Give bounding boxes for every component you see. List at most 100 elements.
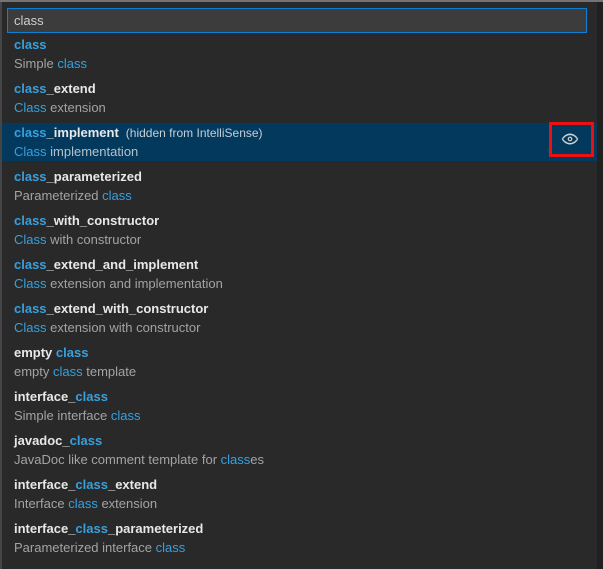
text-segment: _parameterized xyxy=(46,169,142,184)
text-segment: interface_ xyxy=(14,389,76,404)
list-item[interactable]: empty class empty class template xyxy=(2,343,597,381)
text-segment: empty xyxy=(14,345,56,360)
item-description: Parameterized interface class xyxy=(14,538,593,557)
item-description: JavaDoc like comment template for classe… xyxy=(14,450,593,469)
item-label-line: javadoc_class xyxy=(14,431,593,450)
match-segment: class xyxy=(14,37,47,52)
match-segment: class xyxy=(57,56,87,71)
item-label: javadoc_class xyxy=(14,433,102,448)
text-segment: _extend_and_implement xyxy=(46,257,199,272)
item-label-line: class_extend_with_constructor xyxy=(14,299,593,318)
text-segment: _with_constructor xyxy=(46,213,160,228)
match-segment: class xyxy=(55,345,89,360)
match-segment: class xyxy=(69,433,103,448)
search-box-container xyxy=(2,2,597,33)
list-item[interactable]: class_extend_and_implement Class extensi… xyxy=(2,255,597,293)
item-label: empty class xyxy=(14,345,88,360)
item-label-line: class_extend_and_implement xyxy=(14,255,593,274)
text-segment: Simple xyxy=(14,56,58,71)
item-label: interface_class_parameterized xyxy=(14,521,203,536)
item-description: Class extension and implementation xyxy=(14,274,593,293)
text-segment: interface_ xyxy=(14,477,76,492)
item-label: class_extend_and_implement xyxy=(14,257,198,272)
text-segment: Interface xyxy=(14,496,69,511)
text-segment: with constructor xyxy=(46,232,142,247)
match-segment: class xyxy=(14,81,47,96)
item-label-line: interface_class xyxy=(14,387,593,406)
item-label: class_with_constructor xyxy=(14,213,159,228)
item-label: class_extend_with_constructor xyxy=(14,301,208,316)
item-description: Simple interface class xyxy=(14,406,593,425)
suggestion-list: class Simple class class_extend Class ex… xyxy=(2,33,597,557)
item-description: Parameterized class xyxy=(14,186,593,205)
match-segment: class xyxy=(53,364,83,379)
list-item[interactable]: class_parameterized Parameterized class xyxy=(2,167,597,205)
text-segment: JavaDoc like comment template for xyxy=(14,452,221,467)
list-item[interactable]: class_implement (hidden from IntelliSense… xyxy=(2,123,597,161)
text-segment: implementation xyxy=(46,144,139,159)
text-segment: extension with constructor xyxy=(46,320,201,335)
text-segment: Parameterized xyxy=(14,188,103,203)
match-segment: class xyxy=(14,169,47,184)
match-segment: Class xyxy=(14,232,47,247)
item-description: Class extension xyxy=(14,98,593,117)
text-segment: javadoc_ xyxy=(14,433,70,448)
list-item[interactable]: interface_class_extend Interface class e… xyxy=(2,475,597,513)
match-segment: Class xyxy=(14,100,47,115)
text-segment: _parameterized xyxy=(107,521,204,536)
match-segment: class xyxy=(68,496,98,511)
text-segment: extension and implementation xyxy=(46,276,223,291)
eye-icon xyxy=(561,133,579,145)
item-description: Class extension with constructor xyxy=(14,318,593,337)
list-item[interactable]: class_with_constructor Class with constr… xyxy=(2,211,597,249)
match-segment: class xyxy=(220,452,251,467)
match-segment: class xyxy=(14,257,47,272)
text-segment: empty xyxy=(14,364,54,379)
item-label-line: class_parameterized xyxy=(14,167,593,186)
text-segment: interface_ xyxy=(14,521,76,536)
item-label: class xyxy=(14,37,47,52)
match-segment: class xyxy=(75,389,108,404)
item-label: interface_class_extend xyxy=(14,477,157,492)
match-segment: class xyxy=(14,125,47,140)
match-segment: Class xyxy=(14,276,47,291)
text-segment: _extend_with_constructor xyxy=(46,301,209,316)
text-segment: template xyxy=(82,364,137,379)
text-segment: Parameterized interface xyxy=(14,540,156,555)
text-segment: _extend xyxy=(107,477,158,492)
match-segment: Class xyxy=(14,144,47,159)
list-item[interactable]: class_extend Class extension xyxy=(2,79,597,117)
match-segment: class xyxy=(102,188,132,203)
list-item[interactable]: interface_class Simple interface class xyxy=(2,387,597,425)
item-description: Simple class xyxy=(14,54,593,73)
list-item[interactable]: class_extend_with_constructor Class exte… xyxy=(2,299,597,337)
text-segment: extension xyxy=(46,100,106,115)
item-label-line: class_extend xyxy=(14,79,593,98)
item-description: Interface class extension xyxy=(14,494,593,513)
match-segment: class xyxy=(110,408,141,423)
match-segment: class xyxy=(75,521,108,536)
text-segment: extension xyxy=(97,496,158,511)
match-segment: Class xyxy=(14,320,47,335)
search-input[interactable] xyxy=(7,8,587,33)
item-label: class_extend xyxy=(14,81,96,96)
match-segment: class xyxy=(75,477,108,492)
eye-icon-button[interactable] xyxy=(560,129,580,149)
text-segment: _implement xyxy=(46,125,119,140)
text-segment: Simple interface xyxy=(14,408,111,423)
item-label-line: interface_class_parameterized xyxy=(14,519,593,538)
item-description: Class with constructor xyxy=(14,230,593,249)
match-segment: class xyxy=(155,540,186,555)
list-item[interactable]: javadoc_class JavaDoc like comment templ… xyxy=(2,431,597,469)
item-label-line: class xyxy=(14,35,593,54)
text-segment: _extend xyxy=(46,81,96,96)
item-label-line: interface_class_extend xyxy=(14,475,593,494)
item-label: class_implement xyxy=(14,125,119,140)
item-label: class_parameterized xyxy=(14,169,142,184)
match-segment: class xyxy=(14,301,47,316)
list-item[interactable]: interface_class_parameterized Parameteri… xyxy=(2,519,597,557)
item-description: Class implementation xyxy=(14,142,593,161)
list-item[interactable]: class Simple class xyxy=(2,35,597,73)
quick-pick-widget: class Simple class class_extend Class ex… xyxy=(0,2,597,569)
text-segment: es xyxy=(250,452,264,467)
